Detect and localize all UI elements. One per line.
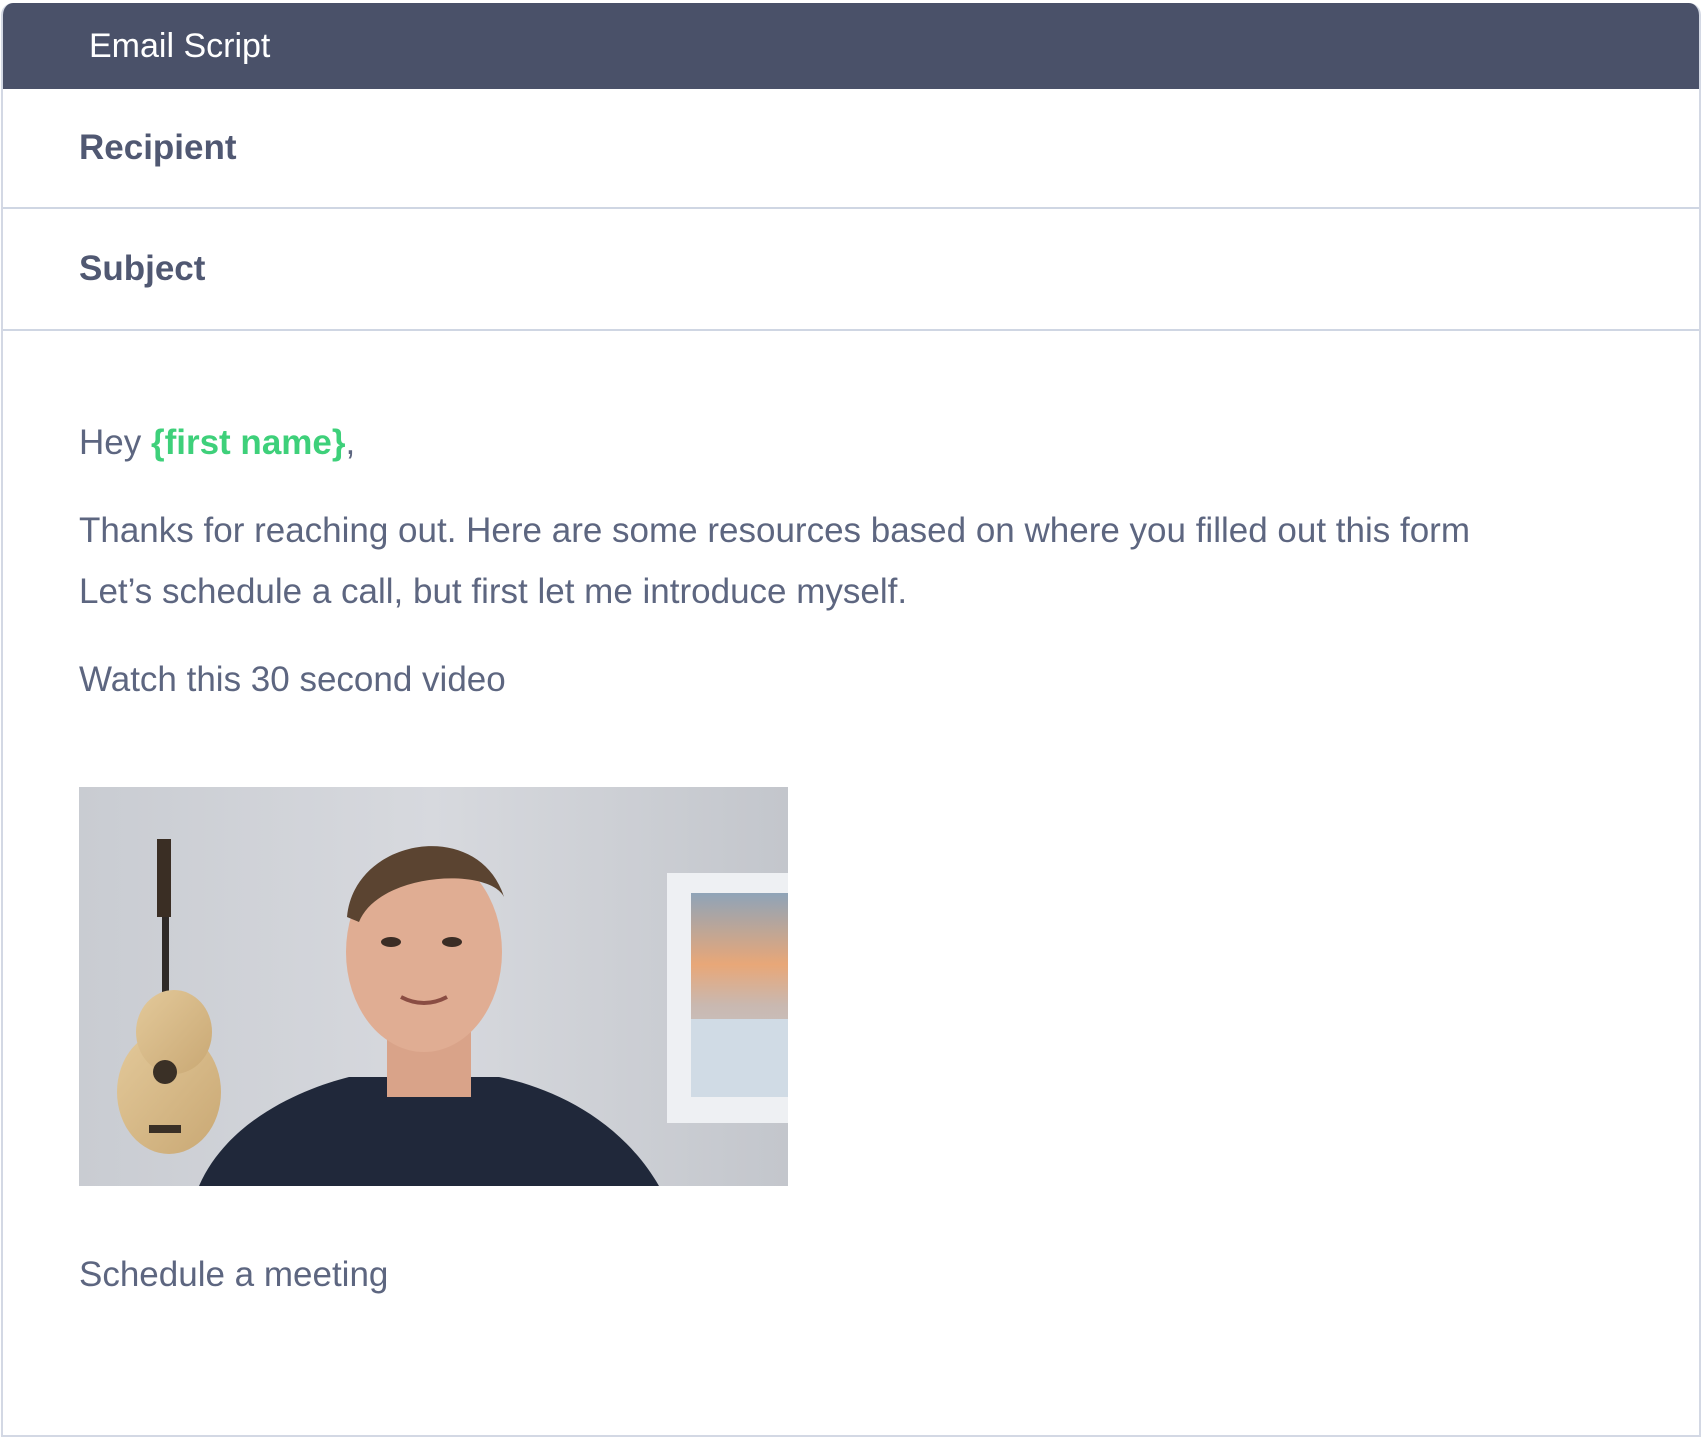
video-thumbnail-image <box>79 787 788 1186</box>
greeting-prefix: Hey <box>79 423 151 462</box>
recipient-row[interactable]: Recipient <box>3 89 1699 209</box>
email-script-card: Email Script Recipient Subject Hey {firs… <box>1 3 1701 1437</box>
subject-row[interactable]: Subject <box>3 209 1699 331</box>
video-thumbnail[interactable] <box>79 787 788 1186</box>
message-line-3: Watch this 30 second video <box>79 660 506 699</box>
subject-label: Subject <box>79 249 206 288</box>
message-line-1: Thanks for reaching out. Here are some r… <box>79 511 1470 550</box>
card-title: Email Script <box>89 26 271 65</box>
recipient-label: Recipient <box>79 128 237 167</box>
greeting-suffix: , <box>345 423 356 462</box>
first-name-placeholder: {first name} <box>150 423 346 462</box>
message-line-2: Let’s schedule a call, but first let me … <box>79 572 908 611</box>
greeting-line: Hey {first name}, <box>79 423 355 463</box>
schedule-meeting-link[interactable]: Schedule a meeting <box>79 1255 388 1295</box>
card-header: Email Script <box>3 3 1699 89</box>
